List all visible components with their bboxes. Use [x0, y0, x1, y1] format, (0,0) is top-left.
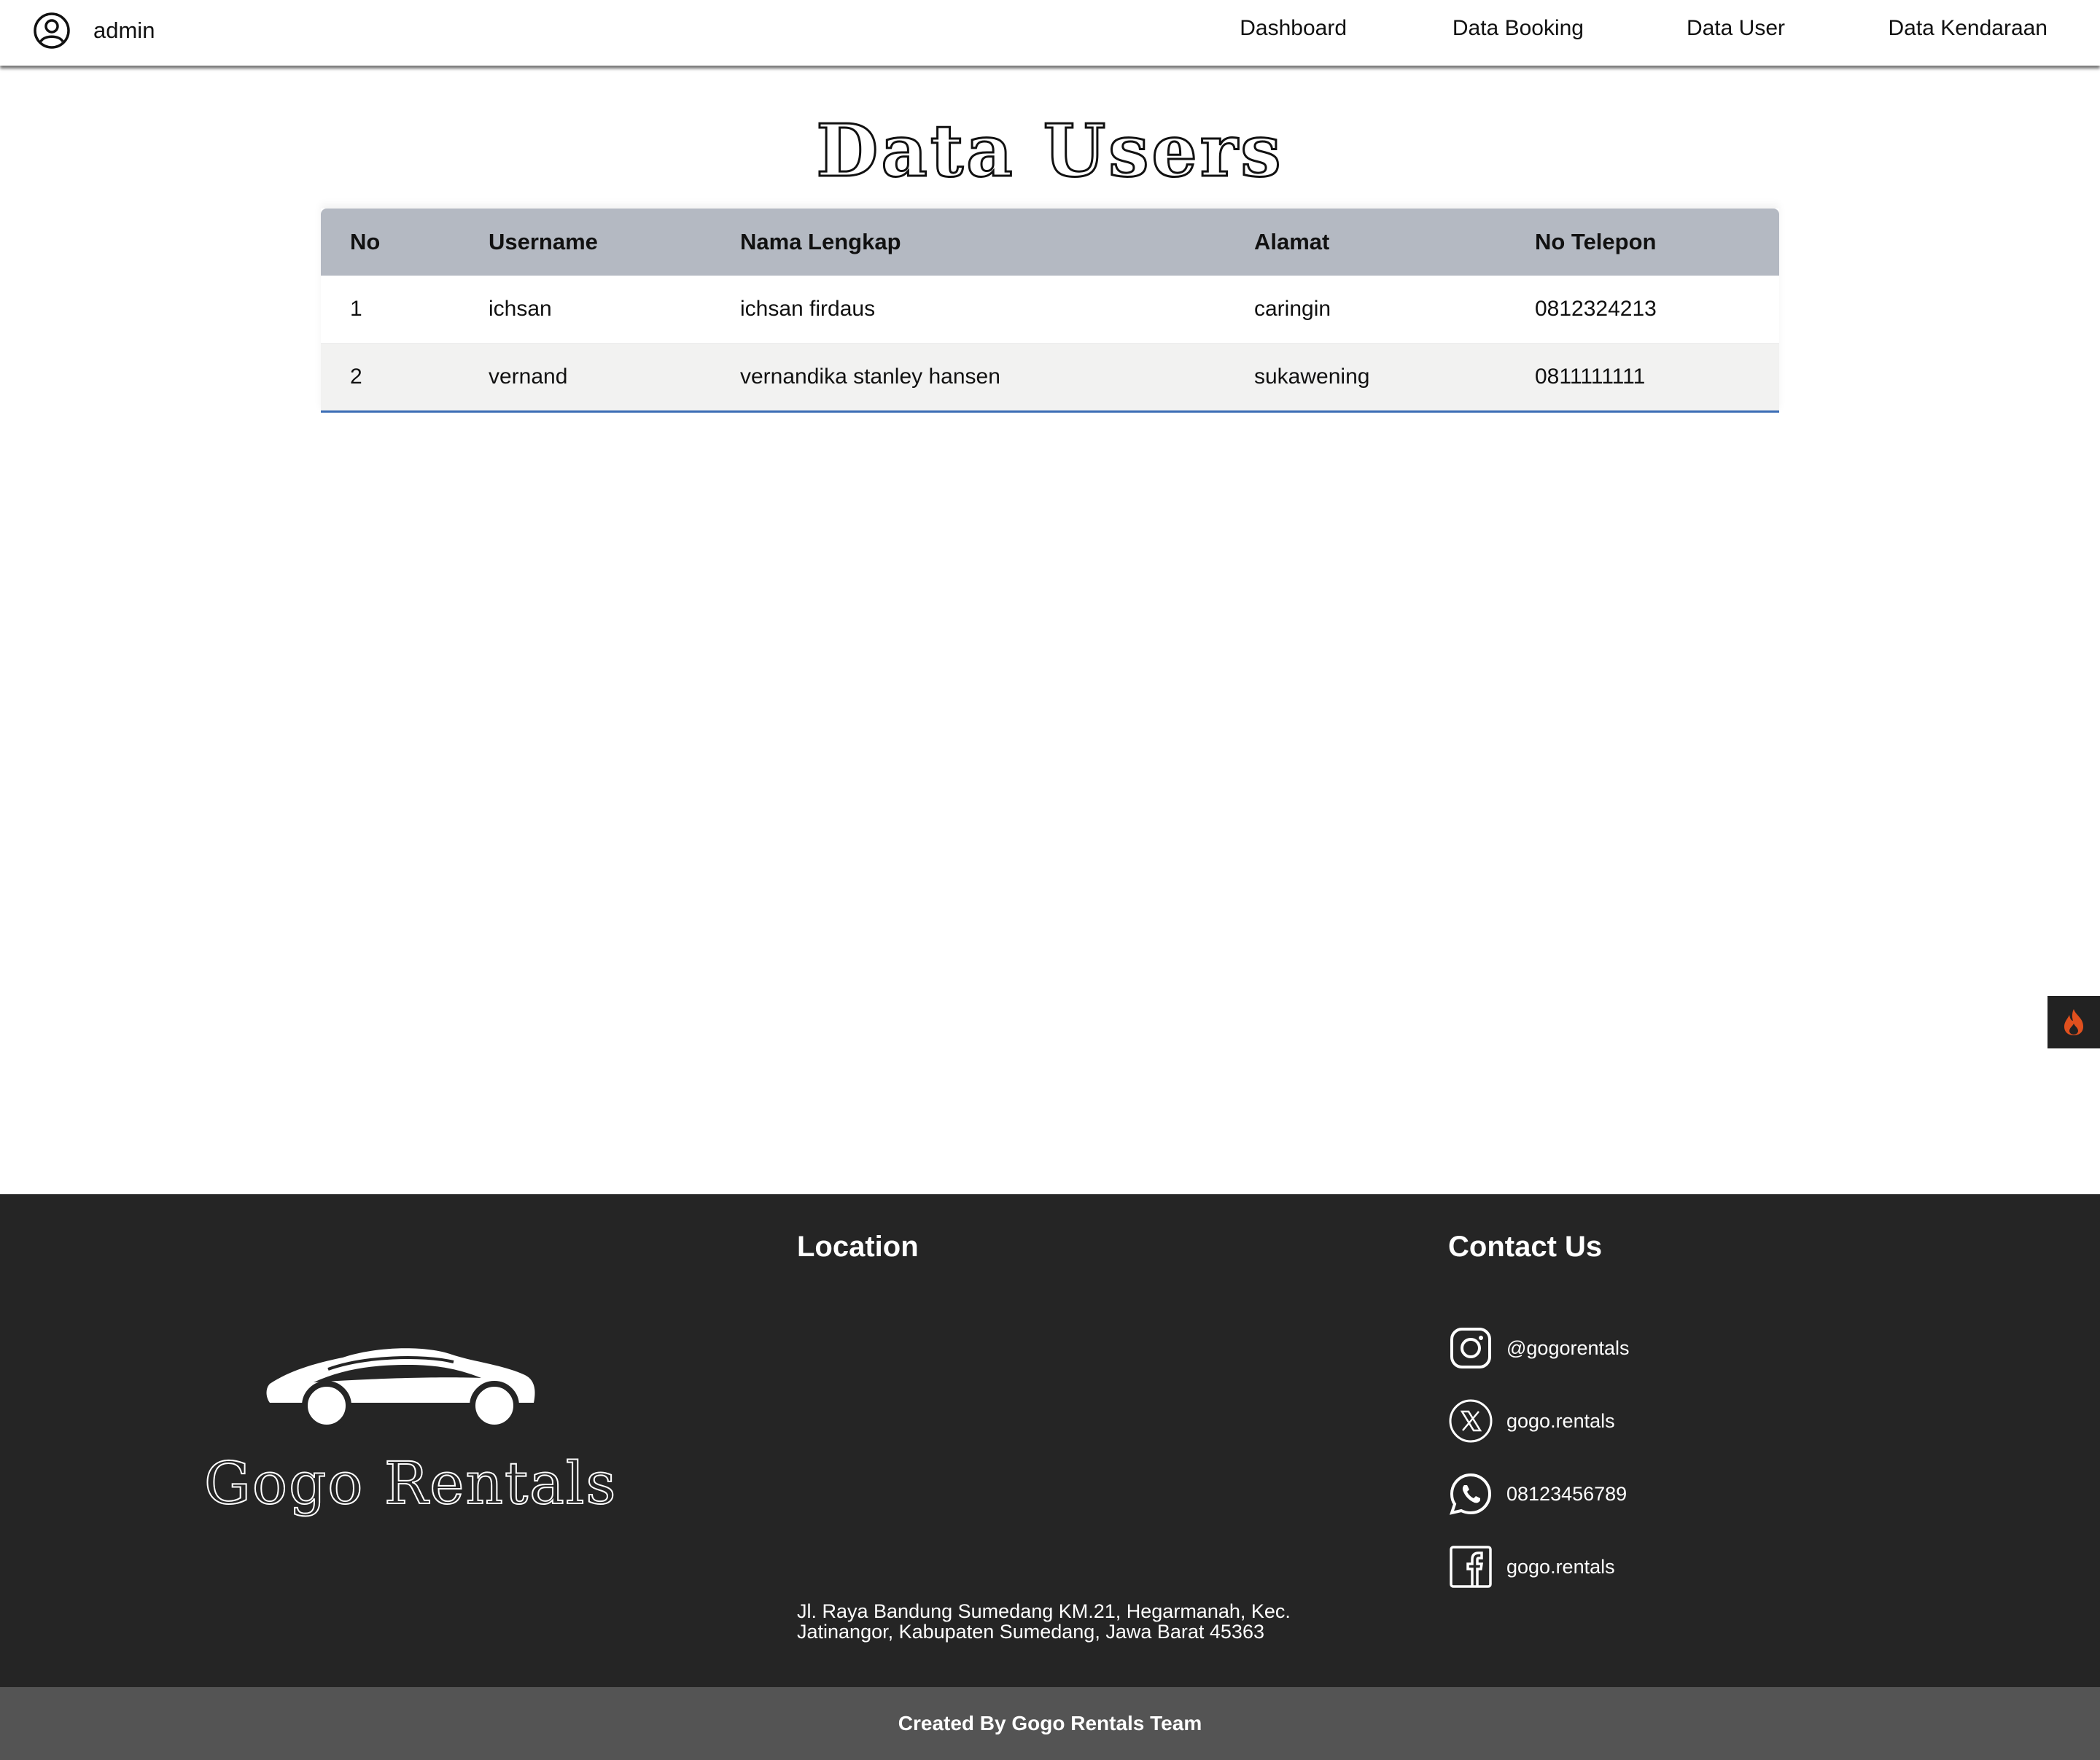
- brand-name: Gogo Rentals: [203, 1449, 618, 1518]
- column-header-no: No: [321, 209, 459, 276]
- cell-no: 1: [321, 276, 459, 344]
- column-header-no-telepon: No Telepon: [1506, 209, 1779, 276]
- column-header-alamat: Alamat: [1225, 209, 1506, 276]
- contact-instagram[interactable]: @gogorentals: [1448, 1325, 1630, 1371]
- username-label: admin: [93, 17, 155, 43]
- contact-text: @gogorentals: [1506, 1336, 1630, 1359]
- table-row: 1 ichsan ichsan firdaus caringin 0812324…: [321, 276, 1779, 344]
- cell-username: ichsan: [459, 276, 711, 344]
- users-table: No Username Nama Lengkap Alamat No Telep…: [321, 209, 1779, 413]
- location-title: Location: [797, 1231, 919, 1263]
- cell-alamat: sukawening: [1225, 343, 1506, 413]
- cell-nama-lengkap: vernandika stanley hansen: [711, 343, 1225, 413]
- users-table-container: No Username Nama Lengkap Alamat No Telep…: [321, 209, 1779, 413]
- nav-link-data-user[interactable]: Data User: [1687, 16, 1785, 41]
- facebook-icon: [1450, 1546, 1492, 1588]
- column-header-username: Username: [459, 209, 711, 276]
- table-header-row: No Username Nama Lengkap Alamat No Telep…: [321, 209, 1779, 276]
- cell-no-telepon: 0812324213: [1506, 276, 1779, 344]
- cell-no-telepon: 0811111111: [1506, 343, 1779, 413]
- nav-link-dashboard[interactable]: Dashboard: [1240, 16, 1347, 41]
- instagram-icon: [1450, 1328, 1491, 1368]
- table-row: 2 vernand vernandika stanley hansen suka…: [321, 343, 1779, 413]
- contact-facebook[interactable]: gogo.rentals: [1448, 1544, 1615, 1589]
- user-circle-icon: [34, 12, 70, 49]
- credit-text: Created By Gogo Rentals Team: [898, 1712, 1202, 1734]
- contact-text: 08123456789: [1506, 1482, 1628, 1505]
- x-twitter-icon: [1449, 1399, 1493, 1443]
- credit-bar: Created By Gogo Rentals Team: [0, 1687, 2100, 1760]
- side-tab-button[interactable]: [2048, 996, 2100, 1048]
- flame-icon: [2064, 1009, 2083, 1035]
- car-logo-icon: [266, 1348, 535, 1430]
- nav-link-data-booking[interactable]: Data Booking: [1452, 16, 1584, 41]
- user-menu[interactable]: admin: [32, 0, 155, 61]
- cell-nama-lengkap: ichsan firdaus: [711, 276, 1225, 344]
- contact-text: gogo.rentals: [1506, 1555, 1615, 1578]
- whatsapp-icon: [1449, 1473, 1492, 1515]
- address-line-1: Jl. Raya Bandung Sumedang KM.21, Hegarma…: [797, 1600, 1291, 1622]
- cell-username: vernand: [459, 343, 711, 413]
- page-title: Data Users: [815, 109, 1284, 195]
- contact-text: gogo.rentals: [1506, 1409, 1615, 1432]
- column-header-nama-lengkap: Nama Lengkap: [711, 209, 1225, 276]
- address: Jl. Raya Bandung Sumedang KM.21, Hegarma…: [797, 1601, 1351, 1642]
- nav-link-data-kendaraan[interactable]: Data Kendaraan: [1889, 16, 2048, 41]
- address-line-2: Jatinangor, Kabupaten Sumedang, Jawa Bar…: [797, 1621, 1264, 1643]
- contact-whatsapp[interactable]: 08123456789: [1448, 1471, 1627, 1516]
- contact-x[interactable]: gogo.rentals: [1448, 1398, 1615, 1444]
- cell-alamat: caringin: [1225, 276, 1506, 344]
- top-navbar: admin Dashboard Data Booking Data User D…: [0, 0, 2100, 66]
- contact-title: Contact Us: [1448, 1231, 1603, 1263]
- footer: Gogo Rentals Location Jl. Raya Bandung S…: [0, 1194, 2100, 1687]
- cell-no: 2: [321, 343, 459, 413]
